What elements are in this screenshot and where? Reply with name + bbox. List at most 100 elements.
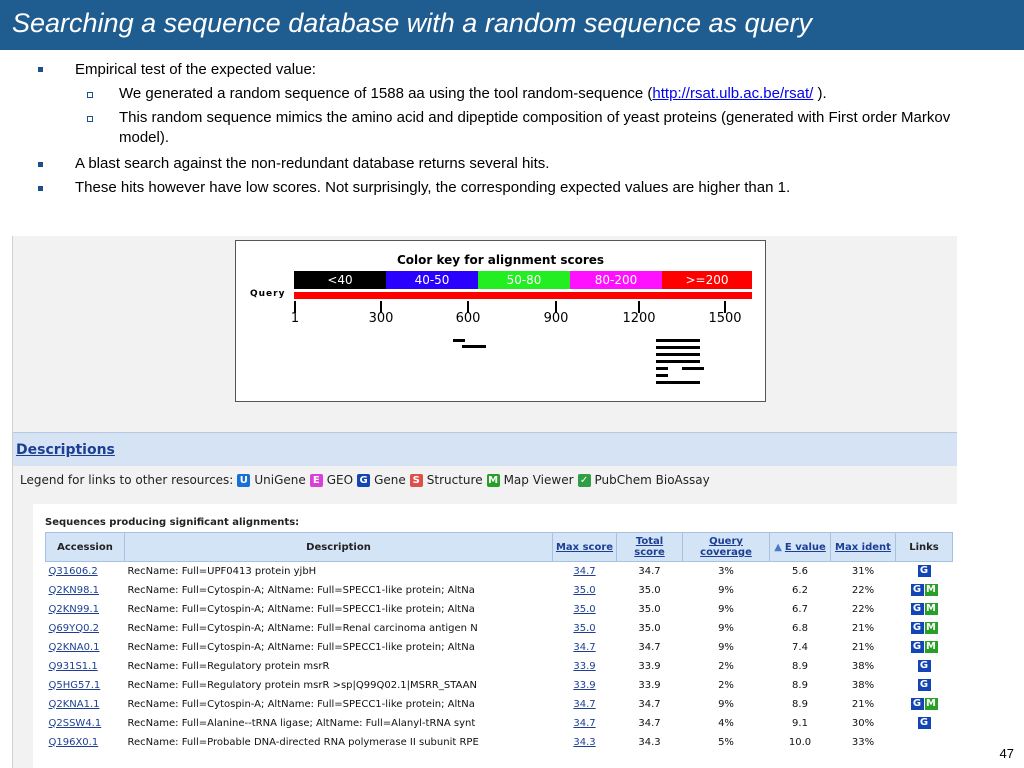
accession-link[interactable]: Q2KN98.1 xyxy=(49,585,100,596)
hit-bar xyxy=(656,353,700,356)
bullet-square-icon xyxy=(38,162,43,167)
total-score-cell: 34.7 xyxy=(616,561,683,581)
max-score-link[interactable]: 34.3 xyxy=(573,737,595,748)
gene-link-icon[interactable]: G xyxy=(917,660,931,672)
page-number: 47 xyxy=(999,746,1014,761)
max-score-link[interactable]: 33.9 xyxy=(573,680,595,691)
legend-prefix: Legend for links to other resources: xyxy=(20,473,234,487)
legend-map-viewer-icon[interactable]: M xyxy=(486,473,500,487)
legend-gene-icon[interactable]: G xyxy=(357,473,371,487)
accession-link[interactable]: Q5HG57.1 xyxy=(49,680,101,691)
bullet-square-icon xyxy=(38,186,43,191)
e-value-cell: 6.2 xyxy=(769,580,831,600)
accession-link[interactable]: Q31606.2 xyxy=(49,566,98,577)
accession-cell: Q2KN99.1 xyxy=(45,599,125,619)
table-row: Q2KNA1.1 RecName: Full=Cytospin-A; AltNam… xyxy=(45,694,953,714)
accession-cell: Q2SSW4.1 xyxy=(45,713,125,733)
gene-link-icon[interactable]: G xyxy=(917,717,931,729)
e-value-cell: 6.7 xyxy=(769,599,831,619)
results-table: Accession Description Max score Total sc… xyxy=(45,532,953,752)
col-e-value[interactable]: ▲ E value xyxy=(769,532,831,562)
max-score-link[interactable]: 33.9 xyxy=(573,661,595,672)
legend-geo-icon[interactable]: E xyxy=(309,473,323,487)
max-score-link[interactable]: 35.0 xyxy=(573,604,595,615)
max-score-link[interactable]: 34.7 xyxy=(573,642,595,653)
total-score-cell: 34.3 xyxy=(616,732,683,752)
gene-link-icon[interactable]: G xyxy=(910,584,924,596)
col-max-ident[interactable]: Max ident xyxy=(830,532,896,562)
accession-cell: Q5HG57.1 xyxy=(45,675,125,695)
links-cell: GM xyxy=(895,599,953,619)
links-cell: GM xyxy=(895,637,953,657)
total-score-cell: 33.9 xyxy=(616,656,683,676)
gene-link-icon[interactable]: G xyxy=(917,679,931,691)
accession-link[interactable]: Q2KNA1.1 xyxy=(49,699,100,710)
color-key-segment: 40-50 xyxy=(386,271,478,289)
max-score-link[interactable]: 35.0 xyxy=(573,585,595,596)
map-viewer-link-icon[interactable]: M xyxy=(924,622,938,634)
bullet-square-icon xyxy=(38,67,43,72)
total-score-cell: 34.7 xyxy=(616,713,683,733)
gene-link-icon[interactable]: G xyxy=(910,622,924,634)
e-value-cell: 8.9 xyxy=(769,694,831,714)
slide-title-bar: Searching a sequence database with a ran… xyxy=(0,0,1024,50)
map-viewer-link-icon[interactable]: M xyxy=(924,698,938,710)
legend-unigene-icon[interactable]: U xyxy=(237,473,251,487)
max-score-link[interactable]: 34.7 xyxy=(573,718,595,729)
table-row: Q196X0.1 RecName: Full=Probable DNA-direc… xyxy=(45,732,953,752)
color-key-segment: 80-200 xyxy=(570,271,662,289)
legend-label: Gene xyxy=(374,473,406,487)
max-score-cell: 34.7 xyxy=(552,694,617,714)
max-score-cell: 35.0 xyxy=(552,599,617,619)
map-viewer-link-icon[interactable]: M xyxy=(924,603,938,615)
links-cell: GM xyxy=(895,618,953,638)
bullet-markov-model: This random sequence mimics the amino ac… xyxy=(119,109,951,146)
col-description: Description xyxy=(124,532,553,562)
accession-link[interactable]: Q2KNA0.1 xyxy=(49,642,100,653)
axis-tick-label: 600 xyxy=(455,311,481,326)
accession-link[interactable]: Q196X0.1 xyxy=(49,737,99,748)
gene-link-icon[interactable]: G xyxy=(910,603,924,615)
e-value-cell: 6.8 xyxy=(769,618,831,638)
table-row: Q31606.2 RecName: Full=UPF0413 protein yj… xyxy=(45,561,953,581)
max-score-link[interactable]: 34.7 xyxy=(573,699,595,710)
hollow-square-bullet-icon xyxy=(87,116,93,122)
gene-link-icon[interactable]: G xyxy=(910,698,924,710)
query-coverage-cell: 4% xyxy=(682,713,770,733)
max-score-link[interactable]: 35.0 xyxy=(573,623,595,634)
axis-tick-label: 300 xyxy=(368,311,394,326)
col-query-coverage[interactable]: Query coverage xyxy=(682,532,770,562)
col-max-score[interactable]: Max score xyxy=(552,532,617,562)
legend-structure-icon[interactable]: S xyxy=(409,473,423,487)
descriptions-header: Descriptions xyxy=(13,432,957,466)
table-row: Q69YQ0.2 RecName: Full=Cytospin-A; AltNam… xyxy=(45,618,953,638)
hit-bar xyxy=(462,345,486,348)
query-coverage-cell: 3% xyxy=(682,561,770,581)
e-value-cell: 5.6 xyxy=(769,561,831,581)
map-viewer-link-icon[interactable]: M xyxy=(924,641,938,653)
max-score-link[interactable]: 34.7 xyxy=(573,566,595,577)
descriptions-link[interactable]: Descriptions xyxy=(16,442,115,458)
gene-link-icon[interactable]: G xyxy=(917,565,931,577)
accession-link[interactable]: Q931S1.1 xyxy=(49,661,98,672)
bullet-text-suffix: ). xyxy=(813,85,827,102)
legend-label: PubChem BioAssay xyxy=(594,473,710,487)
axis-tick-label: 1200 xyxy=(622,311,656,326)
gene-link-icon[interactable]: G xyxy=(910,641,924,653)
links-cell xyxy=(895,732,953,752)
accession-link[interactable]: Q69YQ0.2 xyxy=(49,623,99,634)
max-ident-cell: 21% xyxy=(830,618,896,638)
links-cell: GM xyxy=(895,580,953,600)
accession-link[interactable]: Q2SSW4.1 xyxy=(49,718,102,729)
total-score-cell: 34.7 xyxy=(616,694,683,714)
map-viewer-link-icon[interactable]: M xyxy=(924,584,938,596)
bullet-empirical-test: Empirical test of the expected value: xyxy=(75,61,316,78)
table-row: Q5HG57.1 RecName: Full=Regulatory protein… xyxy=(45,675,953,695)
accession-cell: Q2KNA0.1 xyxy=(45,637,125,657)
col-total-score[interactable]: Total score xyxy=(616,532,683,562)
sequences-header: Sequences producing significant alignmen… xyxy=(45,517,300,528)
rsat-link[interactable]: http://rsat.ulb.ac.be/rsat/ xyxy=(652,85,813,102)
accession-link[interactable]: Q2KN99.1 xyxy=(49,604,100,615)
legend-pubchem-bioassay-icon[interactable]: ✓ xyxy=(577,473,591,487)
max-ident-cell: 22% xyxy=(830,599,896,619)
